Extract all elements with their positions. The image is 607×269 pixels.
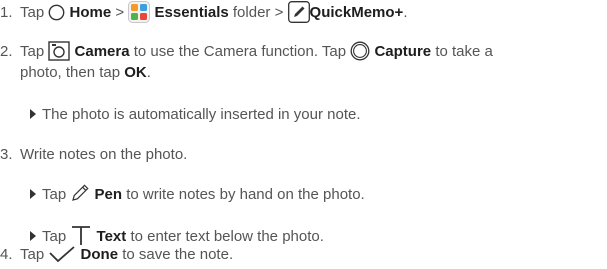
text-tool-icon — [70, 224, 92, 246]
step-text: Write notes on the photo. — [20, 146, 188, 163]
capture-label: Capture — [374, 42, 432, 60]
step-number: 4. — [0, 246, 13, 263]
step-number: 1. — [0, 3, 13, 21]
bullet-text: Tap — [42, 227, 67, 245]
step-text: to save the note. — [122, 246, 234, 263]
ok-label: OK — [124, 64, 147, 81]
step-text: Tap — [20, 42, 45, 60]
step-3-bullet-pen: Tap Pen to write notes by hand on the ph… — [30, 183, 365, 205]
step-text: to take a — [435, 42, 493, 60]
bullet-text: to enter text below the photo. — [130, 227, 324, 245]
step-1: 1. Tap Home > Essentials folder > QuickMe… — [0, 1, 408, 24]
camera-label: Camera — [74, 42, 130, 60]
period: . — [146, 64, 151, 81]
step-text: to use the Camera function. Tap — [133, 42, 347, 60]
bullet-triangle-icon — [30, 109, 36, 119]
essentials-label: Essentials — [154, 3, 229, 21]
done-check-icon — [48, 245, 76, 263]
quickmemo-label: QuickMemo+ — [309, 3, 404, 21]
step-4: 4. Tap Done to save the note. — [0, 245, 233, 265]
step-text: photo, then tap — [20, 64, 121, 81]
pen-icon — [70, 183, 90, 203]
capture-icon — [350, 41, 370, 61]
bullet-triangle-icon — [30, 189, 36, 199]
bullet-triangle-icon — [30, 230, 36, 241]
step-2: 2. Tap Camera to use the Camera function.… — [0, 41, 493, 63]
period: . — [403, 3, 408, 21]
folder-text: folder — [232, 3, 271, 21]
step-text: Tap — [20, 3, 45, 21]
home-label: Home — [69, 3, 112, 21]
pen-label: Pen — [94, 186, 123, 203]
step-2-continued: photo, then tap OK. — [20, 63, 151, 83]
step-2-bullet: The photo is automatically inserted in y… — [30, 105, 361, 125]
step-text: Tap — [20, 246, 45, 263]
done-label: Done — [80, 246, 119, 263]
step-3: 3. Write notes on the photo. — [0, 145, 187, 165]
separator: > — [115, 3, 125, 21]
essentials-folder-icon — [128, 1, 151, 23]
text-label: Text — [96, 227, 127, 245]
quickmemo-icon — [287, 1, 310, 23]
bullet-text: The photo is automatically inserted in y… — [42, 106, 361, 123]
step-number: 3. — [0, 146, 13, 163]
separator: > — [274, 3, 284, 21]
home-icon — [48, 4, 65, 21]
camera-icon — [48, 40, 71, 62]
bullet-text: to write notes by hand on the photo. — [126, 186, 365, 203]
bullet-text: Tap — [42, 186, 67, 203]
step-number: 2. — [0, 42, 13, 60]
